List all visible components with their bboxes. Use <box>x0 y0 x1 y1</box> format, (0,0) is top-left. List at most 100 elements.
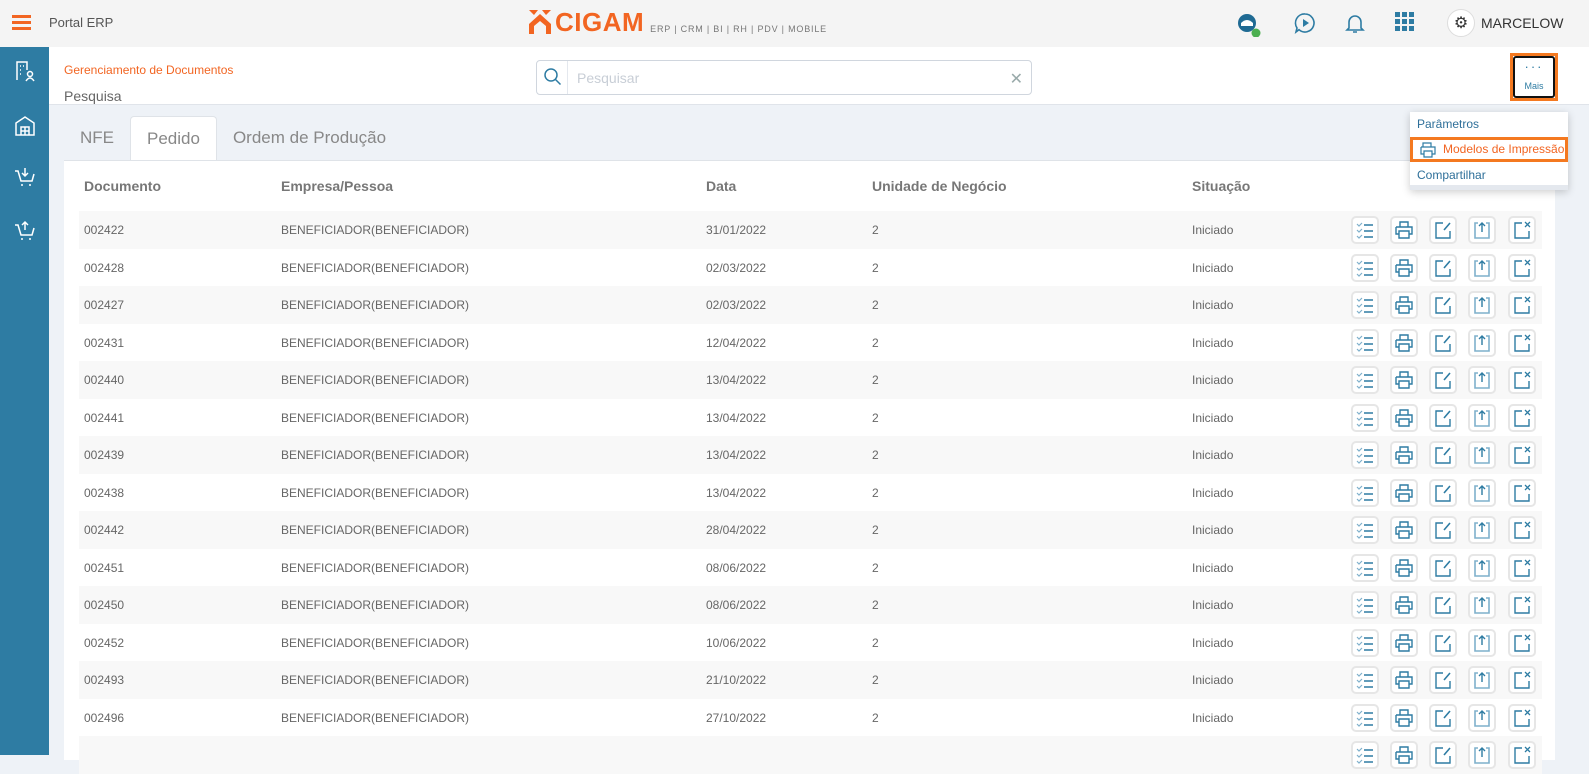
edit-button[interactable] <box>1429 666 1457 694</box>
cart-upload-icon[interactable] <box>13 219 37 243</box>
play-help-icon[interactable] <box>1293 11 1317 35</box>
printer-button[interactable] <box>1390 628 1418 657</box>
table-row[interactable]: 002428 BENEFICIADOR(BENEFICIADOR) 02/03/20… <box>79 249 1542 287</box>
checklist-button[interactable] <box>1351 666 1379 694</box>
table-row[interactable]: 002440 BENEFICIADOR(BENEFICIADOR) 13/04/20… <box>79 361 1542 399</box>
upload-button[interactable] <box>1468 666 1496 694</box>
printer-button[interactable] <box>1390 328 1418 357</box>
upload-button[interactable] <box>1468 703 1496 732</box>
warehouse-icon[interactable] <box>13 114 37 138</box>
checklist-button[interactable] <box>1351 366 1379 394</box>
table-row[interactable]: 002431 BENEFICIADOR(BENEFICIADOR) 12/04/20… <box>79 324 1542 362</box>
breadcrumb[interactable]: Gerenciamento de Documentos <box>64 63 233 77</box>
upload-button[interactable] <box>1468 216 1496 244</box>
cancel-button[interactable] <box>1508 741 1536 769</box>
table-row[interactable]: 002441 BENEFICIADOR(BENEFICIADOR) 13/04/20… <box>79 399 1542 437</box>
checklist-button[interactable] <box>1351 216 1379 244</box>
printer-button[interactable] <box>1390 591 1418 619</box>
checklist-button[interactable] <box>1351 703 1379 732</box>
printer-button[interactable] <box>1390 478 1418 507</box>
printer-button[interactable] <box>1390 366 1418 394</box>
upload-button[interactable] <box>1468 403 1496 432</box>
cancel-button[interactable] <box>1508 366 1536 394</box>
checklist-button[interactable] <box>1351 253 1379 282</box>
upload-button[interactable] <box>1468 591 1496 619</box>
cancel-button[interactable] <box>1508 253 1536 282</box>
checklist-button[interactable] <box>1351 553 1379 582</box>
upload-button[interactable] <box>1468 253 1496 282</box>
building-user-icon[interactable] <box>13 59 37 83</box>
edit-button[interactable] <box>1429 328 1457 357</box>
edit-button[interactable] <box>1429 553 1457 582</box>
table-row[interactable]: 002450 BENEFICIADOR(BENEFICIADOR) 08/06/20… <box>79 586 1542 624</box>
hamburger-menu-icon[interactable] <box>12 15 31 30</box>
upload-button[interactable] <box>1468 628 1496 657</box>
tab-ordem-de-producao[interactable]: Ordem de Produção <box>217 116 402 161</box>
printer-button[interactable] <box>1390 666 1418 694</box>
menu-item-parametros[interactable]: Parâmetros <box>1410 112 1568 137</box>
table-row[interactable]: 002496 BENEFICIADOR(BENEFICIADOR) 27/10/20… <box>79 699 1542 737</box>
cancel-button[interactable] <box>1508 516 1536 544</box>
edit-button[interactable] <box>1429 403 1457 432</box>
printer-button[interactable] <box>1390 516 1418 544</box>
printer-button[interactable] <box>1390 291 1418 319</box>
cancel-button[interactable] <box>1508 403 1536 432</box>
printer-button[interactable] <box>1390 216 1418 244</box>
menu-item-compartilhar[interactable]: Compartilhar <box>1410 163 1568 188</box>
cancel-button[interactable] <box>1508 591 1536 619</box>
tab-nfe[interactable]: NFE <box>64 116 130 161</box>
cart-download-icon[interactable] <box>13 165 37 189</box>
checklist-button[interactable] <box>1351 328 1379 357</box>
column-header-unidade[interactable]: Unidade de Negócio <box>872 178 1007 194</box>
cancel-button[interactable] <box>1508 703 1536 732</box>
printer-button[interactable] <box>1390 253 1418 282</box>
cancel-button[interactable] <box>1508 291 1536 319</box>
checklist-button[interactable] <box>1351 741 1379 769</box>
upload-button[interactable] <box>1468 441 1496 469</box>
checklist-button[interactable] <box>1351 516 1379 544</box>
table-row[interactable]: 002422 BENEFICIADOR(BENEFICIADOR) 31/01/20… <box>79 211 1542 249</box>
printer-button[interactable] <box>1390 403 1418 432</box>
checklist-button[interactable] <box>1351 403 1379 432</box>
table-row[interactable]: 002442 BENEFICIADOR(BENEFICIADOR) 28/04/20… <box>79 511 1542 549</box>
user-menu[interactable]: ⚙ MARCELOW <box>1447 9 1563 37</box>
edit-button[interactable] <box>1429 291 1457 319</box>
printer-button[interactable] <box>1390 553 1418 582</box>
cancel-button[interactable] <box>1508 216 1536 244</box>
edit-button[interactable] <box>1429 366 1457 394</box>
checklist-button[interactable] <box>1351 478 1379 507</box>
upload-button[interactable] <box>1468 328 1496 357</box>
clear-search-icon[interactable]: ✕ <box>1010 69 1023 89</box>
search-input[interactable] <box>577 67 997 89</box>
search-icon[interactable] <box>537 61 568 94</box>
column-header-empresa[interactable]: Empresa/Pessoa <box>281 178 393 194</box>
checklist-button[interactable] <box>1351 628 1379 657</box>
apps-grid-icon[interactable] <box>1394 11 1418 35</box>
edit-button[interactable] <box>1429 516 1457 544</box>
printer-button[interactable] <box>1390 441 1418 469</box>
table-row[interactable]: 002452 BENEFICIADOR(BENEFICIADOR) 10/06/20… <box>79 624 1542 662</box>
table-row[interactable]: 002439 BENEFICIADOR(BENEFICIADOR) 13/04/20… <box>79 436 1542 474</box>
column-header-documento[interactable]: Documento <box>84 178 161 194</box>
edit-button[interactable] <box>1429 253 1457 282</box>
cancel-button[interactable] <box>1508 628 1536 657</box>
printer-button[interactable] <box>1390 703 1418 732</box>
edit-button[interactable] <box>1429 628 1457 657</box>
upload-button[interactable] <box>1468 553 1496 582</box>
upload-button[interactable] <box>1468 291 1496 319</box>
table-row[interactable]: 002427 BENEFICIADOR(BENEFICIADOR) 02/03/20… <box>79 286 1542 324</box>
cancel-button[interactable] <box>1508 553 1536 582</box>
checklist-button[interactable] <box>1351 291 1379 319</box>
table-row[interactable]: 002451 BENEFICIADOR(BENEFICIADOR) 08/06/20… <box>79 549 1542 587</box>
upload-button[interactable] <box>1468 366 1496 394</box>
tab-pedido[interactable]: Pedido <box>130 116 217 162</box>
cancel-button[interactable] <box>1508 666 1536 694</box>
cancel-button[interactable] <box>1508 478 1536 507</box>
column-header-situacao[interactable]: Situação <box>1192 178 1250 194</box>
column-header-data[interactable]: Data <box>706 178 736 194</box>
printer-button[interactable] <box>1390 741 1418 769</box>
menu-item-modelos-de-impressao[interactable]: Modelos de Impressão <box>1410 137 1568 162</box>
table-row[interactable]: 002493 BENEFICIADOR(BENEFICIADOR) 21/10/20… <box>79 661 1542 699</box>
support-agent-icon[interactable] <box>1235 11 1261 38</box>
checklist-button[interactable] <box>1351 591 1379 619</box>
